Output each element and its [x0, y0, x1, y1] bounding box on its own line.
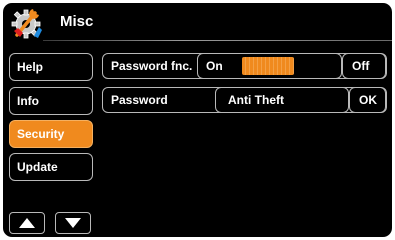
- page-title: Misc: [60, 13, 94, 30]
- password-function-label: Password fnc.: [111, 59, 193, 73]
- down-arrow-icon: [65, 218, 81, 228]
- sidebar-item-security[interactable]: Security: [9, 120, 93, 148]
- up-arrow-icon: [19, 218, 35, 228]
- toggle-on-label: On: [206, 59, 223, 73]
- toggle-thumb[interactable]: [242, 57, 294, 75]
- password-row: Password Anti Theft OK: [102, 87, 387, 113]
- sidebar-item-info[interactable]: Info: [9, 87, 93, 115]
- device-screen: Misc Help Info Security Update Password …: [3, 3, 392, 237]
- password-function-toggle[interactable]: On: [197, 53, 342, 79]
- password-function-off-button[interactable]: Off: [342, 53, 387, 79]
- password-label: Password: [111, 93, 168, 107]
- sidebar-item-label: Info: [17, 94, 39, 108]
- header-divider: [43, 40, 392, 41]
- password-value-field[interactable]: Anti Theft: [215, 87, 349, 113]
- password-value: Anti Theft: [228, 93, 284, 107]
- sidebar-item-label: Help: [17, 60, 44, 74]
- ok-label: OK: [359, 93, 377, 107]
- sidebar-item-update[interactable]: Update: [9, 153, 93, 181]
- header: Misc: [3, 3, 392, 41]
- sidebar-item-help[interactable]: Help: [9, 53, 93, 81]
- off-label: Off: [352, 59, 370, 73]
- password-ok-button[interactable]: OK: [349, 87, 387, 113]
- password-function-row: Password fnc. On Off: [102, 53, 387, 79]
- gear-wrench-icon: [11, 9, 42, 39]
- sidebar-item-label: Security: [17, 127, 65, 141]
- sidebar-item-label: Update: [17, 160, 58, 174]
- scroll-up-button[interactable]: [9, 212, 45, 234]
- scroll-down-button[interactable]: [55, 212, 91, 234]
